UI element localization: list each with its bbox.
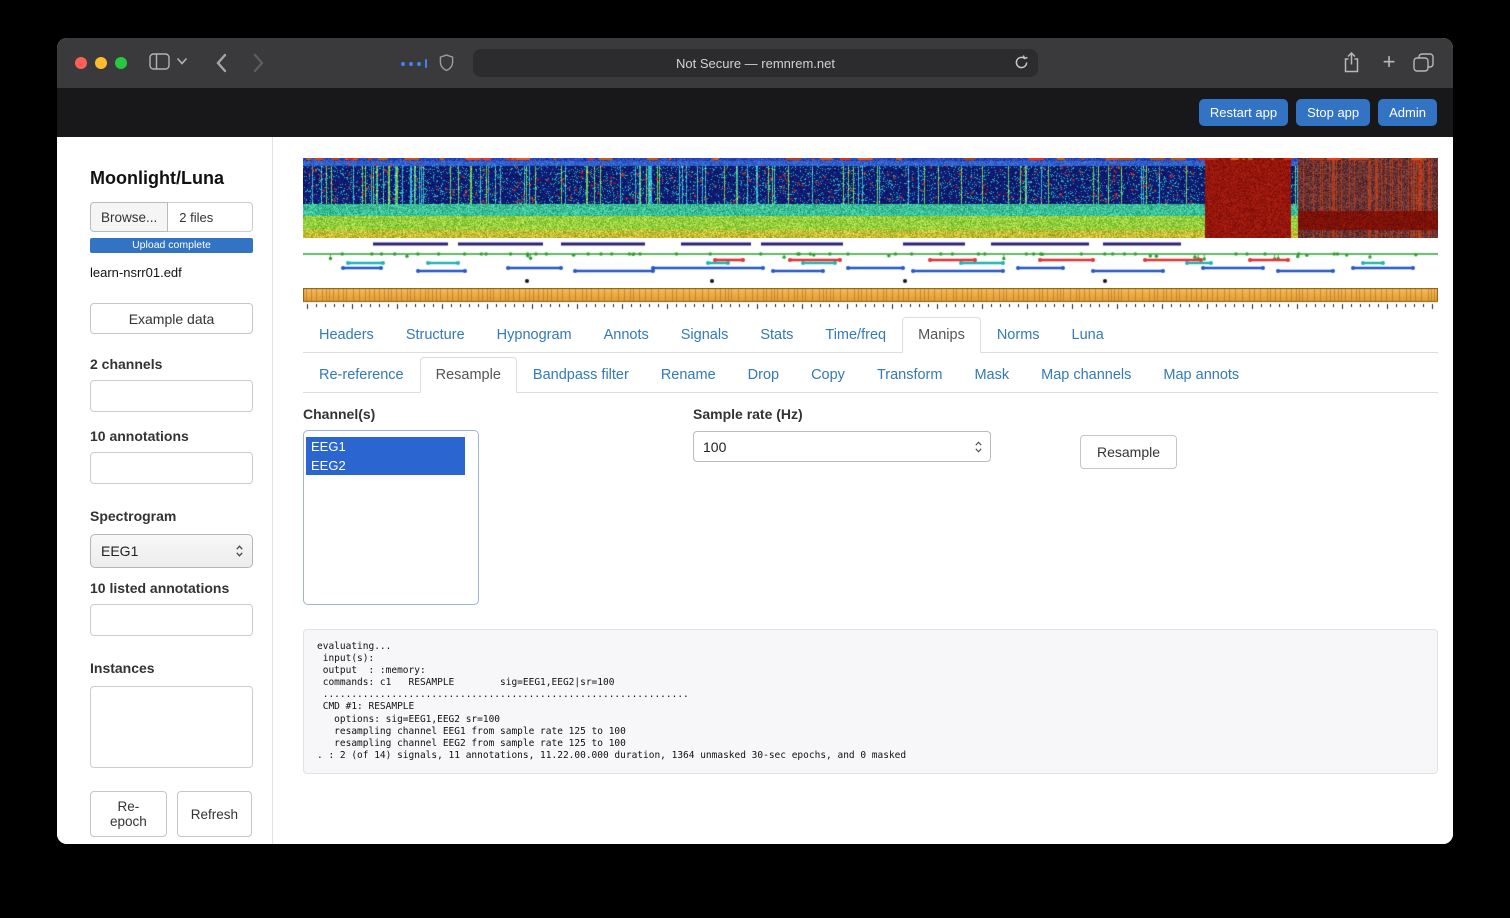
address-bar[interactable]: Not Secure — remnrem.net <box>473 49 1038 77</box>
resample-form: Channel(s) EEG1 EEG2 Sample rate (Hz) 10… <box>303 406 1438 609</box>
safari-window: Not Secure — remnrem.net + Restart app S… <box>57 38 1453 844</box>
console-line: commands: c1 RESAMPLE sig=EEG1,EEG2|sr=1… <box>317 677 1424 689</box>
sample-rate-group: Sample rate (Hz) 100 <box>693 406 991 462</box>
sidebar-button-row: Re-epoch Refresh <box>90 791 252 837</box>
channel-listbox[interactable]: EEG1 EEG2 <box>303 430 479 605</box>
subtab-drop[interactable]: Drop <box>732 357 795 393</box>
tab-structure[interactable]: Structure <box>390 317 481 353</box>
spectrogram-channel-select[interactable]: EEG1 <box>90 534 253 568</box>
admin-button[interactable]: Admin <box>1378 99 1437 126</box>
tab-norms[interactable]: Norms <box>981 317 1056 353</box>
upload-progress-bar: Upload complete <box>90 238 253 253</box>
minimize-window-button[interactable] <box>95 57 107 69</box>
example-data-button[interactable]: Example data <box>90 303 253 334</box>
file-upload-group: Browse... 2 files <box>90 202 253 232</box>
privacy-shield-icon[interactable] <box>439 54 454 72</box>
console-line: CMD #1: RESAMPLE <box>317 701 1424 713</box>
url-text: Not Secure — remnrem.net <box>676 56 835 71</box>
tab-luna[interactable]: Luna <box>1056 317 1120 353</box>
subtab-resample[interactable]: Resample <box>420 357 517 393</box>
tab-time-freq[interactable]: Time/freq <box>809 317 902 353</box>
sidebar: Moonlight/Luna Browse... 2 files Upload … <box>57 137 273 844</box>
share-icon[interactable] <box>1343 52 1360 73</box>
main-tab-bar: Headers Structure Hypnogram Annots Signa… <box>303 317 1438 353</box>
channels-heading: 2 channels <box>90 356 252 372</box>
channels-input[interactable] <box>90 380 253 412</box>
epoch-ruler-band[interactable] <box>303 288 1438 310</box>
spectrogram-heading: Spectrogram <box>90 508 252 524</box>
manips-subtab-bar: Re-reference Resample Bandpass filter Re… <box>303 357 1438 393</box>
new-tab-icon[interactable]: + <box>1377 50 1401 74</box>
listed-annotations-input[interactable] <box>90 604 253 636</box>
re-epoch-button[interactable]: Re-epoch <box>90 791 167 837</box>
sidebar-toggle-icon[interactable] <box>149 53 170 70</box>
main-panel: Headers Structure Hypnogram Annots Signa… <box>273 137 1453 844</box>
zoom-window-button[interactable] <box>115 57 127 69</box>
refresh-button[interactable]: Refresh <box>177 791 252 837</box>
restart-app-button[interactable]: Restart app <box>1199 99 1288 126</box>
sample-rate-value: 100 <box>703 439 726 455</box>
sample-rate-label: Sample rate (Hz) <box>693 406 991 422</box>
console-line: resampling channel EEG1 from sample rate… <box>317 726 1424 738</box>
forward-button[interactable] <box>253 53 265 73</box>
tab-stats[interactable]: Stats <box>744 317 809 353</box>
subtab-copy[interactable]: Copy <box>795 357 861 393</box>
page-content: Moonlight/Luna Browse... 2 files Upload … <box>57 137 1453 844</box>
channel-option-eeg1[interactable]: EEG1 <box>306 437 465 456</box>
subtab-re-reference[interactable]: Re-reference <box>303 357 420 393</box>
back-button[interactable] <box>215 53 227 73</box>
tab-manips[interactable]: Manips <box>902 317 981 353</box>
sidebar-menu-chevron-icon[interactable] <box>177 58 187 65</box>
app-header: Restart app Stop app Admin <box>57 88 1453 137</box>
instances-heading: Instances <box>90 660 252 676</box>
subtab-map-annots[interactable]: Map annots <box>1147 357 1255 393</box>
select-stepper-icon <box>235 544 244 558</box>
tab-hypnogram[interactable]: Hypnogram <box>481 317 588 353</box>
console-line: input(s): <box>317 653 1424 665</box>
channel-option-eeg2[interactable]: EEG2 <box>306 456 465 475</box>
console-line: ........................................… <box>317 689 1424 701</box>
annotations-heading: 10 annotations <box>90 428 252 444</box>
app-title: Moonlight/Luna <box>90 168 252 189</box>
tab-signals[interactable]: Signals <box>665 317 745 353</box>
console-line: evaluating... <box>317 641 1424 653</box>
close-window-button[interactable] <box>75 57 87 69</box>
listed-annotations-heading: 10 listed annotations <box>90 580 252 596</box>
stop-app-button[interactable]: Stop app <box>1296 99 1370 126</box>
console-line: options: sig=EEG1,EEG2 sr=100 <box>317 714 1424 726</box>
annotations-input[interactable] <box>90 452 253 484</box>
subtab-transform[interactable]: Transform <box>861 357 959 393</box>
browse-button[interactable]: Browse... <box>90 202 168 232</box>
subtab-map-channels[interactable]: Map channels <box>1025 357 1147 393</box>
file-count-field[interactable]: 2 files <box>168 202 253 232</box>
loaded-file-name: learn-nsrr01.edf <box>90 265 252 280</box>
subtab-rename[interactable]: Rename <box>645 357 732 393</box>
reload-icon[interactable] <box>1014 55 1029 75</box>
console-line: . : 2 (of 14) signals, 11 annotations, 1… <box>317 750 1424 762</box>
subtab-mask[interactable]: Mask <box>958 357 1025 393</box>
subtab-bandpass-filter[interactable]: Bandpass filter <box>517 357 645 393</box>
resample-button[interactable]: Resample <box>1080 435 1177 469</box>
browser-titlebar: Not Secure — remnrem.net + <box>57 38 1453 88</box>
spectrogram-select-value: EEG1 <box>101 543 138 559</box>
console-line: output : :memory: <box>317 665 1424 677</box>
instances-textarea[interactable] <box>90 686 253 768</box>
luna-console-output: evaluating... input(s): output : :memory… <box>303 629 1438 774</box>
tab-headers[interactable]: Headers <box>303 317 390 353</box>
extension-dots-icon[interactable] <box>401 59 427 68</box>
console-line: resampling channel EEG2 from sample rate… <box>317 738 1424 750</box>
annotation-tracks-plot[interactable] <box>303 241 1438 287</box>
spectrogram-plot[interactable] <box>303 158 1438 238</box>
number-stepper-icon[interactable] <box>974 440 983 454</box>
tab-overview-icon[interactable] <box>1413 53 1434 72</box>
tab-annots[interactable]: Annots <box>588 317 665 353</box>
sample-rate-input[interactable]: 100 <box>693 431 991 462</box>
